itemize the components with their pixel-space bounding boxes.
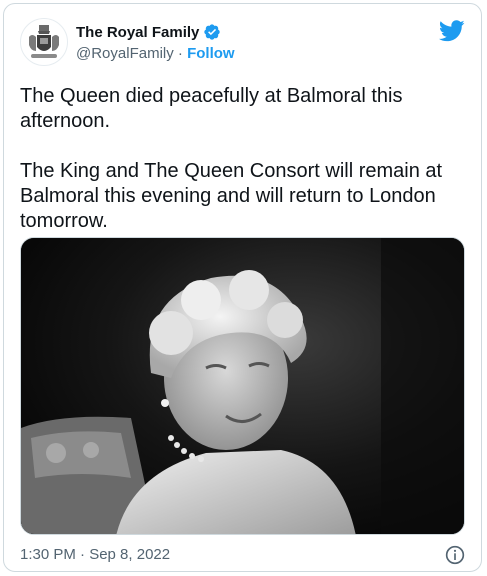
portrait-photo: [21, 238, 464, 534]
handle-row: @RoyalFamily · Follow: [76, 45, 235, 65]
info-icon[interactable]: [445, 545, 465, 565]
tweet-header: The Royal Family @RoyalFamily · Follow: [20, 18, 465, 68]
tweet-photo[interactable]: [20, 237, 465, 535]
tweet-text: The Queen died peacefully at Balmoral th…: [20, 85, 443, 232]
verified-badge-icon: [204, 24, 221, 40]
tweet-card: The Royal Family @RoyalFamily · Follow T…: [3, 3, 482, 572]
handle[interactable]: @RoyalFamily: [76, 45, 174, 62]
timestamp[interactable]: 1:30 PM · Sep 8, 2022: [20, 546, 170, 563]
coat-of-arms-icon: [29, 25, 59, 58]
follow-button[interactable]: Follow: [187, 45, 235, 62]
display-name[interactable]: The Royal Family: [76, 24, 199, 41]
avatar[interactable]: [20, 18, 68, 66]
twitter-bird-icon[interactable]: [439, 20, 465, 42]
tweet-footer: 1:30 PM · Sep 8, 2022: [20, 544, 465, 566]
separator: ·: [177, 45, 183, 62]
display-name-row: The Royal Family: [76, 22, 235, 42]
author-names: The Royal Family @RoyalFamily · Follow: [76, 22, 235, 65]
